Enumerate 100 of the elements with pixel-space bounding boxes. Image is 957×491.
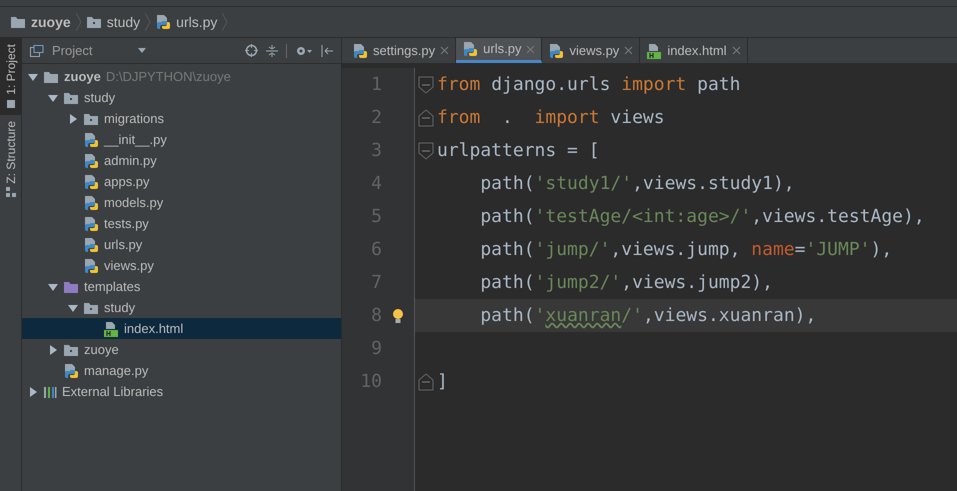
tree-item[interactable]: urls.py [22,234,341,255]
code-line: path('study1/',views.study1), [479,172,795,196]
tree-item[interactable]: models.py [22,192,341,213]
python-file-icon [83,152,99,168]
tree-item[interactable]: zuoye D:\DJPYTHON\zuoye [22,66,341,87]
project-path: D:\DJPYTHON\zuoye [106,68,231,86]
tree-item[interactable]: study [22,87,341,108]
close-icon[interactable] [440,46,450,55]
editor-tab[interactable]: urls.py [456,38,542,63]
collapsed-arrow-icon[interactable] [28,386,38,396]
close-icon[interactable] [624,46,634,55]
expanded-arrow-icon[interactable] [68,302,78,312]
folder-icon [43,70,59,84]
tree-item-label: study [84,88,116,107]
tree-item[interactable]: migrations [22,108,341,129]
breadcrumb-item[interactable]: zuoye [31,12,71,32]
libraries-icon [43,384,57,398]
folder-icon [10,15,26,29]
settings-icon[interactable] [295,44,313,56]
tree-item-label: tests.py [104,214,149,233]
code-line: urlpatterns = [ [437,139,600,163]
html-file-icon [103,320,119,336]
code-line: path('jump/',views.jump, name='JUMP'), [479,238,892,262]
tree-item-label: templates [84,278,140,296]
tree-item[interactable]: External Libraries [22,381,341,402]
close-icon[interactable] [732,46,741,55]
lightbulb-icon[interactable] [392,308,404,324]
collapsed-arrow-icon[interactable] [48,344,58,354]
tree-item-label: admin.py [104,152,157,170]
code-line: from . import views [437,106,665,130]
python-file-icon [352,42,368,58]
editor-tab[interactable]: index.html [640,38,748,63]
tree-item[interactable]: views.py [22,255,341,276]
locate-icon[interactable] [245,44,258,57]
python-file-icon [83,216,99,232]
tree-item-label: study [104,298,136,317]
html-file-icon [646,42,662,58]
breadcrumb-item[interactable]: study [106,12,140,32]
folder-icon [6,98,16,109]
tree-item[interactable]: study [22,297,341,318]
code-line: ] [437,370,448,394]
python-file-icon [83,236,99,252]
code-line: path('xuanran/',views.xuanran), [479,304,816,328]
panel-title[interactable]: Project [52,40,92,60]
tree-item[interactable]: tests.py [22,213,341,234]
tree-item[interactable]: apps.py [22,171,341,192]
python-file-icon [155,14,172,30]
python-file-icon [83,258,99,274]
breadcrumb-item[interactable]: urls.py [176,12,218,32]
tree-item-label: External Libraries [62,382,164,401]
collapsed-arrow-icon[interactable] [68,114,78,124]
tree-item-label: zuoye [84,340,119,359]
tree-item-label: apps.py [104,172,150,191]
python-file-icon [83,174,99,190]
structure-icon [6,187,16,198]
code-line: from django.urls import path [437,73,740,97]
python-file-icon [83,132,99,148]
tree-item-label: models.py [104,194,164,212]
tree-item-label: index.html [124,320,184,338]
expanded-arrow-icon[interactable] [28,72,38,82]
hide-panel-icon[interactable] [321,44,333,56]
python-file-icon [548,42,564,58]
tree-item-label: views.py [104,256,154,275]
tree-item-label: migrations [104,110,164,128]
tree-item-label: urls.py [104,236,142,254]
window-icon [30,44,44,56]
tree-item-label: zuoye [64,68,101,86]
dropdown-caret-icon[interactable] [138,48,146,53]
collapse-all-icon[interactable] [266,44,278,56]
tree-item[interactable]: admin.py [22,150,341,171]
package-folder-icon [83,300,99,314]
expanded-arrow-icon[interactable] [48,282,58,292]
tree-item-label: manage.py [84,362,148,380]
fold-marker-icon[interactable] [418,372,434,390]
tool-window-tab[interactable]: Z: Structure [0,114,21,204]
package-folder-icon [86,15,102,29]
package-folder-icon [63,90,79,104]
tree-item[interactable]: zuoye [22,339,341,360]
editor-tab[interactable]: views.py [542,38,640,63]
tree-item-label: __init__.py [104,130,167,149]
code-line: path('testAge/<int:age>/',views.testAge), [479,205,925,229]
expanded-arrow-icon[interactable] [48,92,58,102]
chevron-icon [222,12,228,32]
code-line: path('jump2/',views.jump2), [479,271,773,295]
python-file-icon [63,362,79,378]
tool-window-tab[interactable]: 1: Project [0,38,21,115]
python-file-icon [83,194,99,210]
python-file-icon [462,41,478,57]
package-folder-icon [83,112,99,126]
fold-marker-icon[interactable] [418,76,434,94]
templates-folder-icon [63,280,79,294]
fold-marker-icon[interactable] [418,142,434,160]
tree-item[interactable]: __init__.py [22,129,341,150]
package-folder-icon [63,342,79,356]
fold-marker-icon[interactable] [418,108,434,126]
tree-item[interactable]: index.html [22,318,341,339]
chevron-icon [76,12,82,32]
tree-item[interactable]: manage.py [22,360,341,381]
tree-item[interactable]: templates [22,276,341,297]
chevron-icon [145,12,152,32]
